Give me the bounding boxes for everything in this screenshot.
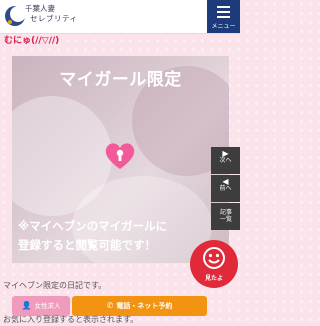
crescent-moon-icon[interactable] [3,4,27,28]
notice-text: マイヘブン限定の日記です。 [3,281,107,290]
heart-lock-icon [105,143,135,169]
next-label: 次へ [219,157,232,164]
page-title: むにゅ(//▽//) [4,36,60,46]
locked-title: マイガール限定 [59,70,182,90]
phone-icon: ✆ [106,301,114,310]
site-header: 千葉人妻 セレブリティ メニュー [0,0,240,34]
logo-line-2: セレブリティ [30,14,78,23]
caret-left-icon: ◀ [222,177,229,186]
female-recruit-button[interactable]: 👤 女性求人 [12,296,70,316]
logo-line-1: 千葉人妻 [25,4,55,13]
caret-right-icon: ▶ [222,149,229,158]
person-icon: 👤 [21,301,32,310]
prev-article-button[interactable]: ◀ 前へ [211,175,240,202]
reserve-label: 電話・ネット予約 [116,302,173,310]
hamburger-icon [217,6,230,21]
site-logo[interactable]: 千葉人妻 セレブリティ [25,4,105,30]
list-label: 記事一覧 [219,209,232,223]
next-article-button[interactable]: ▶ 次へ [211,147,240,174]
female-recruit-label: 女性求人 [34,302,61,310]
mitayo-label: 見たよ [204,275,223,282]
mitayo-button[interactable]: 見たよ [190,240,238,288]
locked-content-panel: マイガール限定 ※マイヘブンのマイガールに 登録すると閲覧可能です！ [12,56,229,263]
prev-label: 前へ [219,185,232,192]
notice-text-2: お気に入り登録すると表示されます。 [3,315,139,324]
locked-note-line-1: ※マイヘブンのマイガールに [18,219,168,233]
menu-label: メニュー [211,23,236,30]
smiley-face-icon [203,247,225,269]
reserve-button[interactable]: ✆ 電話・ネット予約 [72,296,207,316]
menu-button[interactable]: メニュー [207,0,240,33]
article-list-button[interactable]: 記事一覧 [211,203,240,230]
